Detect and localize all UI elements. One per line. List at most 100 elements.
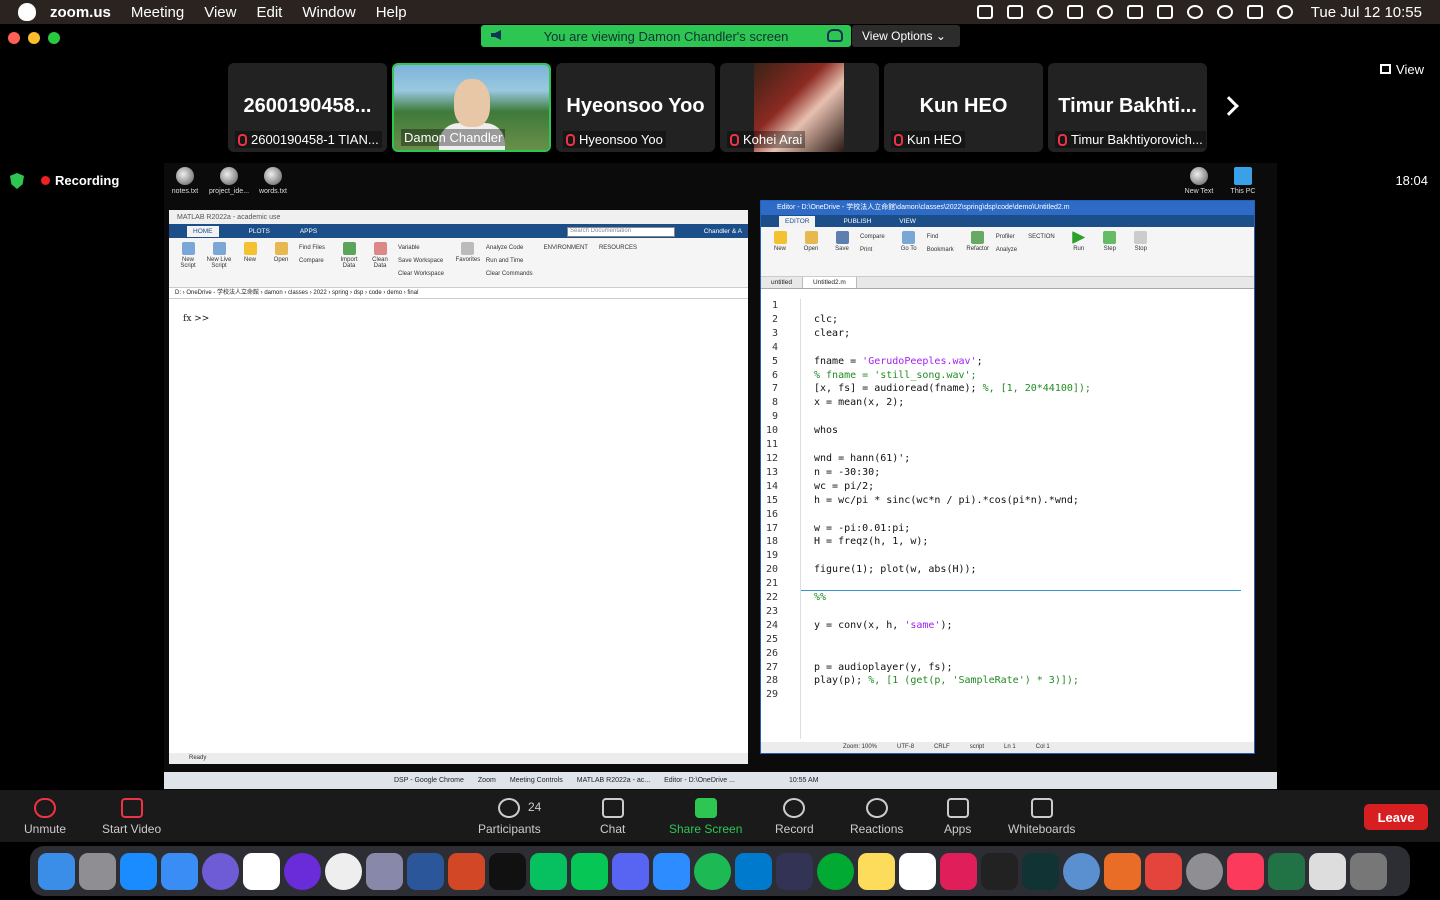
file-tab-untitled[interactable]: untitled bbox=[761, 277, 803, 288]
taskbar-item[interactable]: Meeting Controls bbox=[510, 777, 563, 784]
menu-window[interactable]: Window bbox=[302, 4, 355, 21]
code-editor[interactable]: 1 2 3 4 5 6 7 8 9 10 11 12 13 14 15 16 17 18 19 20 21 22 23 24 2… bbox=[761, 299, 1241, 739]
battery-icon[interactable] bbox=[1156, 5, 1173, 19]
step-button[interactable]: Step bbox=[1097, 231, 1123, 272]
preview-icon[interactable] bbox=[366, 852, 403, 890]
apps-button[interactable]: Apps bbox=[944, 798, 971, 836]
participant-tile-active[interactable]: Damon Chandler bbox=[392, 63, 551, 152]
view-button[interactable]: View bbox=[1380, 62, 1424, 77]
start-video-button[interactable]: Start Video bbox=[102, 798, 161, 836]
analyze-button[interactable]: Analyze bbox=[996, 244, 1017, 257]
chat-button[interactable]: Chat bbox=[600, 798, 625, 836]
qq-icon[interactable] bbox=[489, 852, 526, 890]
menu-meeting[interactable]: Meeting bbox=[131, 4, 184, 21]
record-button[interactable]: Record bbox=[775, 798, 814, 836]
compare-button[interactable]: Compare bbox=[860, 231, 885, 244]
environment-menu[interactable]: ENVIRONMENT bbox=[544, 242, 588, 283]
tab-apps[interactable]: APPS bbox=[300, 228, 317, 235]
find-button[interactable]: Find bbox=[927, 231, 954, 244]
app-store-icon[interactable] bbox=[120, 852, 157, 890]
participant-tile[interactable]: 2600190458... 2600190458-1 TIAN... bbox=[228, 63, 387, 152]
line-icon[interactable] bbox=[571, 852, 608, 890]
bookmark-button[interactable]: Bookmark bbox=[927, 244, 954, 257]
info-icon[interactable] bbox=[1036, 5, 1053, 19]
save-button[interactable]: Save bbox=[829, 231, 855, 272]
app-icon[interactable] bbox=[817, 852, 854, 890]
participant-tile[interactable]: Timur Bakhti... Timur Bakhtiyorovich... bbox=[1048, 63, 1207, 152]
view-options-button[interactable]: View Options ⌄ bbox=[852, 25, 960, 47]
compare-button[interactable]: Compare bbox=[299, 255, 325, 268]
maximize-icon[interactable] bbox=[48, 32, 60, 44]
tab-plots[interactable]: PLOTS bbox=[249, 228, 270, 235]
music-icon[interactable] bbox=[1227, 852, 1264, 890]
leave-button[interactable]: Leave bbox=[1364, 804, 1428, 830]
profiler-button[interactable]: Profiler bbox=[996, 231, 1017, 244]
app-icon[interactable] bbox=[1063, 852, 1100, 890]
reactions-button[interactable]: Reactions bbox=[850, 798, 903, 836]
taskbar-item[interactable]: Zoom bbox=[478, 777, 496, 784]
vscode-icon[interactable] bbox=[735, 852, 772, 890]
wifi-icon[interactable] bbox=[1186, 5, 1203, 19]
search-icon[interactable] bbox=[1216, 5, 1233, 19]
menu-app[interactable]: zoom.us bbox=[50, 4, 111, 21]
app-icon[interactable] bbox=[1309, 852, 1346, 890]
input-source-icon[interactable] bbox=[1066, 5, 1083, 19]
menu-clock[interactable]: Tue Jul 12 10:55 bbox=[1311, 4, 1422, 21]
menu-help[interactable]: Help bbox=[376, 4, 407, 21]
open-button[interactable]: Open bbox=[268, 242, 294, 283]
tab-home[interactable]: HOME bbox=[187, 225, 219, 237]
taskbar-item[interactable]: DSP - Google Chrome bbox=[394, 777, 464, 784]
bluetooth-icon[interactable] bbox=[1126, 5, 1143, 19]
tab-editor[interactable]: EDITOR bbox=[779, 215, 816, 227]
save-workspace-button[interactable]: Save Workspace bbox=[398, 255, 444, 268]
mail-icon[interactable] bbox=[161, 852, 198, 890]
activity-monitor-icon[interactable] bbox=[1022, 852, 1059, 890]
finder-icon[interactable] bbox=[38, 852, 75, 890]
powerpoint-icon[interactable] bbox=[448, 852, 485, 890]
doc-search-input[interactable]: Search Documentation bbox=[567, 227, 675, 237]
import-data-button[interactable]: Import Data bbox=[336, 242, 362, 283]
discord-icon[interactable] bbox=[612, 852, 649, 890]
unmute-button[interactable]: Unmute bbox=[24, 798, 66, 836]
menu-view[interactable]: View bbox=[204, 4, 236, 21]
zoom-icon[interactable] bbox=[653, 852, 690, 890]
participant-tile[interactable]: Kun HEO Kun HEO bbox=[884, 63, 1043, 152]
zoom-tray-icon[interactable] bbox=[976, 5, 993, 19]
trash-icon[interactable] bbox=[1350, 852, 1387, 890]
clear-workspace-button[interactable]: Clear Workspace bbox=[398, 268, 444, 281]
goto-button[interactable]: Go To bbox=[896, 231, 922, 272]
share-screen-button[interactable]: Share Screen bbox=[669, 798, 742, 836]
new-button[interactable]: New bbox=[237, 242, 263, 283]
apple-icon[interactable] bbox=[18, 3, 36, 21]
terminal-icon[interactable] bbox=[981, 852, 1018, 890]
app-icon[interactable] bbox=[1145, 852, 1182, 890]
chrome-icon[interactable] bbox=[325, 852, 362, 890]
photos-icon[interactable] bbox=[243, 852, 280, 890]
security-shield-icon[interactable] bbox=[10, 173, 24, 189]
print-button[interactable]: Print bbox=[860, 244, 885, 257]
variable-button[interactable]: Variable bbox=[398, 242, 444, 255]
user-icon[interactable] bbox=[1096, 5, 1113, 19]
new-live-script-button[interactable]: New Live Script bbox=[206, 242, 232, 283]
chevron-right-icon[interactable] bbox=[1219, 96, 1239, 116]
siri-icon[interactable] bbox=[202, 852, 239, 890]
participant-tile[interactable]: Kohei Arai bbox=[720, 63, 879, 152]
system-preferences-icon[interactable] bbox=[1186, 852, 1223, 890]
siri-icon[interactable] bbox=[1276, 5, 1293, 19]
run-and-time-button[interactable]: Run and Time bbox=[486, 255, 533, 268]
taskbar-item[interactable]: Editor - D:\OneDrive ... bbox=[664, 777, 735, 784]
participant-tile[interactable]: Hyeonsoo Yoo Hyeonsoo Yoo bbox=[556, 63, 715, 152]
resources-menu[interactable]: RESOURCES bbox=[599, 242, 637, 283]
slack-icon[interactable] bbox=[940, 852, 977, 890]
refactor-button[interactable]: Refactor bbox=[965, 231, 991, 272]
notes-icon[interactable] bbox=[858, 852, 895, 890]
tab-publish[interactable]: PUBLISH bbox=[843, 218, 871, 225]
launchpad-icon[interactable] bbox=[79, 852, 116, 890]
new-file-button[interactable]: New bbox=[767, 231, 793, 272]
control-center-icon[interactable] bbox=[1246, 5, 1263, 19]
matlab-icon[interactable] bbox=[1104, 852, 1141, 890]
spotify-icon[interactable] bbox=[694, 852, 731, 890]
favorites-button[interactable]: Favorites bbox=[455, 242, 481, 283]
excel-icon[interactable] bbox=[1268, 852, 1305, 890]
app-icon[interactable] bbox=[776, 852, 813, 890]
